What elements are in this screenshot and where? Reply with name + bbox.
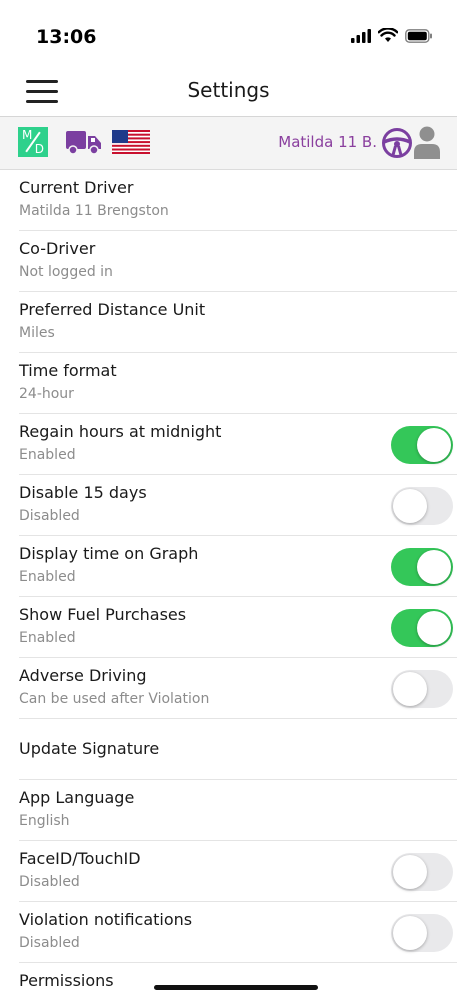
- md-logo-icon: M D: [18, 127, 48, 157]
- md-logo-top: M: [22, 128, 33, 142]
- cellular-signal-icon: [351, 28, 371, 43]
- setting-distance-unit[interactable]: Preferred Distance Unit Miles: [0, 292, 457, 353]
- setting-label: Regain hours at midnight: [19, 422, 222, 441]
- setting-value: Matilda 11 Brengston: [19, 203, 169, 219]
- setting-value: Enabled: [19, 630, 76, 646]
- status-bar: 13:06: [0, 0, 457, 70]
- setting-label: Display time on Graph: [19, 544, 199, 563]
- setting-value: Miles: [19, 325, 55, 341]
- page-title: Settings: [187, 78, 270, 102]
- setting-label: Current Driver: [19, 178, 134, 197]
- wifi-icon: [378, 28, 398, 42]
- setting-co-driver[interactable]: Co-Driver Not logged in: [0, 231, 457, 292]
- setting-label: Preferred Distance Unit: [19, 300, 206, 319]
- disable-15-days-toggle[interactable]: [391, 487, 453, 525]
- setting-value: Can be used after Violation: [19, 691, 210, 707]
- setting-regain-hours: Regain hours at midnight Enabled: [0, 414, 457, 475]
- nav-header: Settings: [0, 70, 457, 117]
- violation-notifications-toggle[interactable]: [391, 914, 453, 952]
- setting-permissions[interactable]: Permissions: [0, 963, 457, 1003]
- show-fuel-purchases-toggle[interactable]: [391, 609, 453, 647]
- home-indicator: [154, 985, 318, 990]
- display-time-graph-toggle[interactable]: [391, 548, 453, 586]
- setting-label: Time format: [19, 361, 117, 380]
- setting-disable-15-days: Disable 15 days Disabled: [0, 475, 457, 536]
- setting-value: Not logged in: [19, 264, 113, 280]
- setting-app-language[interactable]: App Language English: [0, 780, 457, 841]
- setting-label: Permissions: [19, 971, 114, 990]
- faceid-touchid-toggle[interactable]: [391, 853, 453, 891]
- status-icons: [351, 28, 433, 43]
- settings-list: Current Driver Matilda 11 Brengston Co-D…: [0, 170, 457, 1003]
- setting-value: 24-hour: [19, 386, 74, 402]
- setting-adverse-driving: Adverse Driving Can be used after Violat…: [0, 658, 457, 719]
- driver-short-name[interactable]: Matilda 11 B.: [278, 133, 377, 151]
- setting-value: Enabled: [19, 447, 76, 463]
- person-icon: [414, 126, 440, 159]
- regain-hours-toggle[interactable]: [391, 426, 453, 464]
- adverse-driving-toggle[interactable]: [391, 670, 453, 708]
- setting-value: Enabled: [19, 569, 76, 585]
- setting-display-time-graph: Display time on Graph Enabled: [0, 536, 457, 597]
- setting-label: Co-Driver: [19, 239, 96, 258]
- setting-label: Show Fuel Purchases: [19, 605, 187, 624]
- setting-update-signature[interactable]: Update Signature: [0, 719, 457, 780]
- setting-label: Violation notifications: [19, 910, 193, 929]
- setting-label: App Language: [19, 788, 135, 807]
- status-time: 13:06: [36, 26, 97, 48]
- setting-value: Disabled: [19, 874, 80, 890]
- driver-info-bar: M D Matilda 11 B.: [0, 117, 457, 170]
- setting-faceid-touchid: FaceID/TouchID Disabled: [0, 841, 457, 902]
- battery-icon: [405, 28, 432, 43]
- setting-violation-notifications: Violation notifications Disabled: [0, 902, 457, 963]
- setting-current-driver[interactable]: Current Driver Matilda 11 Brengston: [0, 170, 457, 231]
- setting-label: Adverse Driving: [19, 666, 147, 685]
- setting-show-fuel-purchases: Show Fuel Purchases Enabled: [0, 597, 457, 658]
- setting-value: English: [19, 813, 70, 829]
- setting-time-format[interactable]: Time format 24-hour: [0, 353, 457, 414]
- setting-label: Update Signature: [19, 739, 160, 758]
- us-flag-icon: [112, 130, 150, 154]
- md-logo-bottom: D: [34, 142, 44, 156]
- setting-value: Disabled: [19, 508, 80, 524]
- truck-icon: [66, 131, 101, 155]
- setting-label: FaceID/TouchID: [19, 849, 141, 868]
- setting-label: Disable 15 days: [19, 483, 147, 502]
- steering-wheel-icon: [382, 128, 412, 158]
- setting-value: Disabled: [19, 935, 80, 951]
